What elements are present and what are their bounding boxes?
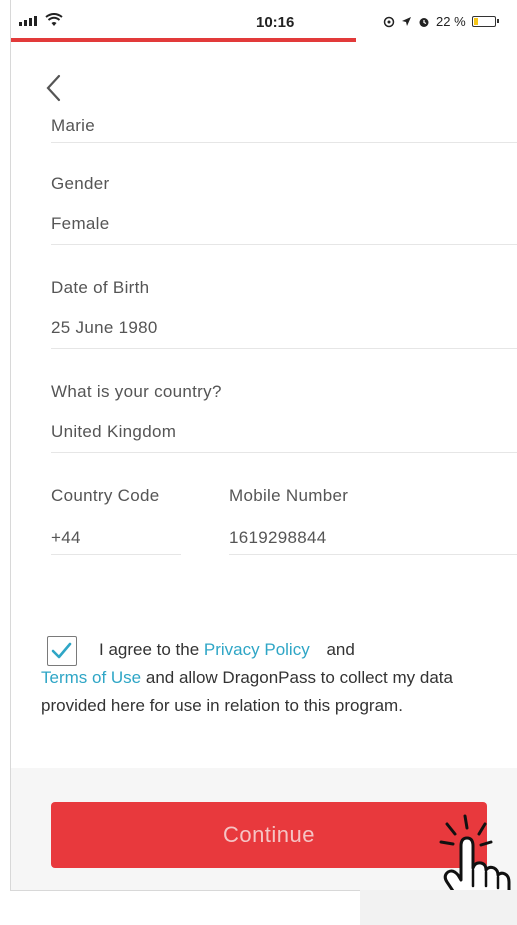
gender-label: Gender [51, 174, 110, 193]
gender-value: Female [51, 214, 110, 233]
date-of-birth-label: Date of Birth [51, 278, 150, 297]
country-code-label: Country Code [51, 486, 160, 505]
mobile-number-value: 1619298844 [229, 528, 327, 547]
location-icon [402, 17, 411, 26]
battery-percent: 22 % [436, 14, 466, 29]
wifi-icon [45, 13, 63, 26]
date-of-birth-field[interactable]: Date of Birth 25 June 1980 [51, 274, 517, 354]
country-label: What is your country? [51, 382, 222, 401]
date-of-birth-underline [51, 348, 517, 349]
continue-button[interactable]: Continue [51, 802, 487, 868]
first-name-field[interactable]: Marie [51, 110, 517, 146]
status-time: 10:16 [256, 14, 295, 31]
background-shade [360, 890, 517, 925]
first-name-underline [51, 142, 517, 143]
back-button[interactable] [39, 70, 69, 106]
country-code-value: +44 [51, 528, 81, 547]
country-underline [51, 452, 517, 453]
gender-underline [51, 244, 517, 245]
consent-text: I agree to the Privacy Policy and Terms … [41, 636, 461, 720]
phone-screen: 10:16 22 % Marie Gender Female Date of B… [10, 0, 517, 891]
status-bar: 10:16 22 % [11, 0, 517, 44]
alarm-icon [383, 16, 395, 27]
mobile-number-label: Mobile Number [229, 486, 349, 505]
consent-text-before: I agree to the [99, 640, 204, 659]
country-code-field[interactable]: Country Code +44 [51, 482, 181, 562]
signal-icon [19, 16, 37, 26]
battery-icon [471, 16, 499, 27]
mobile-number-underline [229, 554, 517, 555]
country-field[interactable]: What is your country? United Kingdom [51, 378, 517, 458]
battery-level-fill [473, 18, 478, 25]
privacy-policy-link[interactable]: Privacy Policy [204, 640, 310, 659]
country-code-underline [51, 554, 181, 555]
gender-field[interactable]: Gender Female [51, 170, 517, 250]
consent-text-and: and [321, 640, 355, 659]
chevron-left-icon [46, 74, 61, 102]
page-load-progress [11, 38, 356, 42]
terms-of-use-link[interactable]: Terms of Use [41, 668, 141, 687]
mobile-number-field[interactable]: Mobile Number 1619298844 [229, 482, 517, 562]
first-name-value: Marie [51, 116, 96, 135]
clock-icon [419, 17, 429, 27]
date-of-birth-value: 25 June 1980 [51, 318, 158, 337]
tap-hand-icon [439, 814, 511, 890]
country-value: United Kingdom [51, 422, 177, 441]
status-right-group: 22 % [383, 14, 499, 29]
